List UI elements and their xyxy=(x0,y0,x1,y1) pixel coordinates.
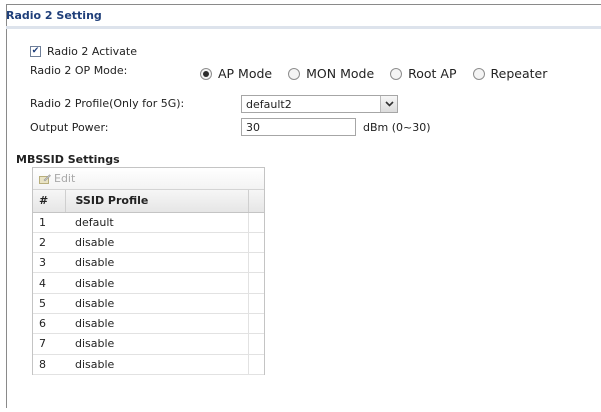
op-mode-radio-group: AP Mode MON Mode Root AP Repeater xyxy=(200,66,563,81)
row-ssid-profile: default xyxy=(65,212,249,233)
mbssid-table: Edit # SSID Profile 1 default 2 disable … xyxy=(32,167,265,375)
radio-ap-mode-label: AP Mode xyxy=(218,66,273,81)
table-row[interactable]: 4 disable xyxy=(33,272,264,294)
radio-root-ap-label: Root AP xyxy=(408,66,457,81)
chevron-down-icon[interactable] xyxy=(380,96,397,112)
radio-mon-mode-indicator[interactable] xyxy=(288,67,301,80)
activate-row[interactable]: ✔ Radio 2 Activate xyxy=(30,45,137,58)
profile-row: Radio 2 Profile(Only for 5G): xyxy=(30,97,184,110)
radio-repeater-label: Repeater xyxy=(490,66,548,81)
row-number: 4 xyxy=(33,272,65,294)
op-mode-label: Radio 2 OP Mode: xyxy=(30,64,128,77)
output-power-input[interactable]: 30 xyxy=(241,118,356,136)
row-number: 1 xyxy=(33,212,65,233)
activate-checkbox[interactable]: ✔ xyxy=(30,46,41,57)
row-number: 7 xyxy=(33,333,65,355)
row-spacer xyxy=(248,272,264,294)
op-mode-row: Radio 2 OP Mode: xyxy=(30,64,127,77)
radio-mon-mode[interactable]: MON Mode xyxy=(288,66,374,81)
column-header-spacer xyxy=(248,190,264,213)
edit-button[interactable]: Edit xyxy=(54,172,75,185)
power-unit: dBm (0~30) xyxy=(363,121,431,134)
table-row[interactable]: 2 disable xyxy=(33,232,264,254)
row-spacer xyxy=(248,232,264,254)
table-row[interactable]: 3 disable xyxy=(33,252,264,274)
edit-icon xyxy=(39,173,51,184)
row-ssid-profile: disable xyxy=(65,272,249,294)
radio-ap-mode-indicator[interactable] xyxy=(200,67,212,80)
row-ssid-profile: disable xyxy=(65,313,249,335)
row-ssid-profile: disable xyxy=(65,333,249,355)
radio-repeater[interactable]: Repeater xyxy=(472,66,548,81)
table-row[interactable]: 6 disable xyxy=(33,313,264,335)
section-title: Radio 2 Setting xyxy=(6,9,102,22)
radio-root-ap[interactable]: Root AP xyxy=(390,66,457,81)
column-header-ssid-profile[interactable]: SSID Profile xyxy=(64,190,249,213)
table-row[interactable]: 1 default xyxy=(33,212,264,233)
column-header-number[interactable]: # xyxy=(33,190,65,213)
mbssid-title: MBSSID Settings xyxy=(16,153,120,166)
profile-label: Radio 2 Profile(Only for 5G): xyxy=(30,97,185,110)
row-ssid-profile: disable xyxy=(65,252,249,274)
radio-root-ap-indicator[interactable] xyxy=(390,67,403,80)
mbssid-grid: # SSID Profile 1 default 2 disable 3 dis… xyxy=(33,190,264,375)
row-number: 3 xyxy=(33,252,65,274)
section-divider xyxy=(6,26,601,29)
row-ssid-profile: disable xyxy=(65,232,249,254)
radio-mon-mode-label: MON Mode xyxy=(306,66,375,81)
row-spacer xyxy=(248,252,264,274)
table-header-row: # SSID Profile xyxy=(33,190,264,213)
table-row[interactable]: 8 disable xyxy=(33,354,264,375)
row-number: 2 xyxy=(33,232,65,254)
profile-select-value: default2 xyxy=(246,97,292,111)
row-ssid-profile: disable xyxy=(65,354,249,375)
row-spacer xyxy=(248,354,264,375)
power-label: Output Power: xyxy=(30,121,109,134)
mbssid-toolbar: Edit xyxy=(33,168,264,190)
profile-select[interactable]: default2 xyxy=(241,95,398,113)
activate-label: Radio 2 Activate xyxy=(47,45,137,58)
table-row[interactable]: 7 disable xyxy=(33,333,264,355)
row-spacer xyxy=(248,313,264,335)
row-number: 6 xyxy=(33,313,65,335)
row-number: 5 xyxy=(33,293,65,314)
row-spacer xyxy=(248,293,264,314)
row-spacer xyxy=(248,212,264,233)
power-row: Output Power: xyxy=(30,121,108,134)
row-ssid-profile: disable xyxy=(65,293,249,314)
radio-ap-mode[interactable]: AP Mode xyxy=(200,66,272,81)
radio-repeater-indicator[interactable] xyxy=(472,67,485,80)
table-row[interactable]: 5 disable xyxy=(33,293,264,314)
row-number: 8 xyxy=(33,354,65,375)
row-spacer xyxy=(248,333,264,355)
